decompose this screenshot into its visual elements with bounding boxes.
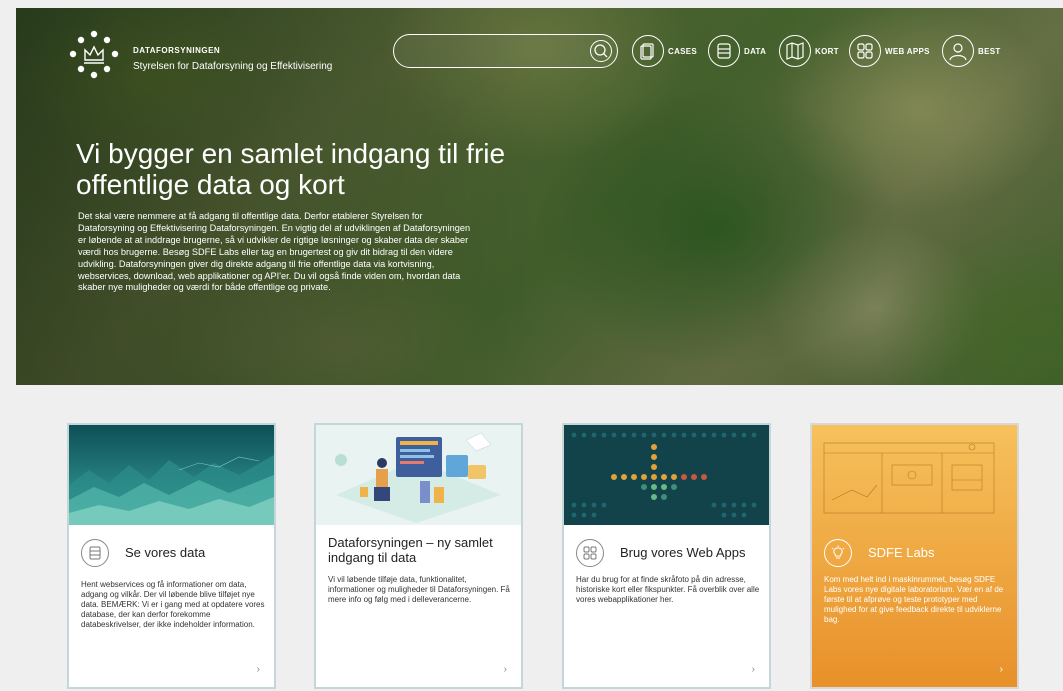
card-webapps-text: Har du brug for at finde skråfoto på din… xyxy=(576,575,760,604)
chevron-right-icon[interactable]: › xyxy=(1000,664,1003,675)
apps-icon xyxy=(849,35,881,67)
card-dataforsyningen-text: Vi vil løbende tilføje data, funktionali… xyxy=(328,575,510,604)
database-icon xyxy=(81,539,109,567)
hero-title: Vi bygger en samlet indgang til frie off… xyxy=(76,138,506,200)
brand-name: DATAFORSYNINGEN xyxy=(133,46,221,55)
card-dataforsyningen[interactable]: Dataforsyningen – ny samlet indgang til … xyxy=(314,423,523,689)
nav-data[interactable]: DATA xyxy=(708,35,766,67)
nav-kort-label: KORT xyxy=(815,46,839,56)
nav-cases[interactable]: CASES xyxy=(632,35,697,67)
user-icon xyxy=(942,35,974,67)
search-input[interactable] xyxy=(393,34,618,68)
nav-cases-label: CASES xyxy=(668,46,698,56)
page-top-bar xyxy=(0,0,1063,8)
map-icon xyxy=(779,35,811,67)
nav-best[interactable]: BEST xyxy=(942,35,1001,67)
card-data-text: Hent webservices og få informationer om … xyxy=(81,580,265,629)
card-dataforsyningen-title: Dataforsyningen – ny samlet indgang til … xyxy=(328,535,493,565)
card-data-image xyxy=(69,425,274,525)
card-sdfe-labs[interactable]: SDFE Labs Kom med helt ind i maskinrumme… xyxy=(810,423,1019,689)
hero-text: Det skal være nemmere at få adgang til o… xyxy=(78,211,471,293)
nav-data-label: DATA xyxy=(744,46,767,56)
nav-kort[interactable]: KORT xyxy=(779,35,839,67)
lightbulb-icon xyxy=(824,539,852,567)
cases-icon xyxy=(632,35,664,67)
card-webapps-image xyxy=(564,425,769,525)
nav-webapps-label: WEB APPS xyxy=(885,46,930,56)
card-sdfe-labs-text: Kom med helt ind i maskinrummet, besøg S… xyxy=(824,575,1004,624)
chevron-right-icon[interactable]: › xyxy=(504,664,507,675)
brand-subtitle: Styrelsen for Dataforsyning og Effektivi… xyxy=(133,61,333,72)
crown-logo-icon[interactable] xyxy=(66,28,122,84)
card-dataforsyningen-image xyxy=(316,425,521,525)
chevron-right-icon[interactable]: › xyxy=(257,664,260,675)
card-data-title: Se vores data xyxy=(125,545,206,560)
card-webapps-title: Brug vores Web Apps xyxy=(620,545,746,560)
search-icon[interactable] xyxy=(589,39,613,63)
apps-icon xyxy=(576,539,604,567)
card-sdfe-labs-title: SDFE Labs xyxy=(868,545,935,560)
hero-banner: DATAFORSYNINGEN Styrelsen for Dataforsyn… xyxy=(16,8,1063,385)
nav-best-label: BEST xyxy=(978,46,1001,56)
card-data[interactable]: Se vores data Hent webservices og få inf… xyxy=(67,423,276,689)
card-sdfe-labs-image xyxy=(812,425,1017,525)
chevron-right-icon[interactable]: › xyxy=(752,664,755,675)
data-icon xyxy=(708,35,740,67)
nav-webapps[interactable]: WEB APPS xyxy=(849,35,930,67)
card-webapps[interactable]: Brug vores Web Apps Har du brug for at f… xyxy=(562,423,771,689)
